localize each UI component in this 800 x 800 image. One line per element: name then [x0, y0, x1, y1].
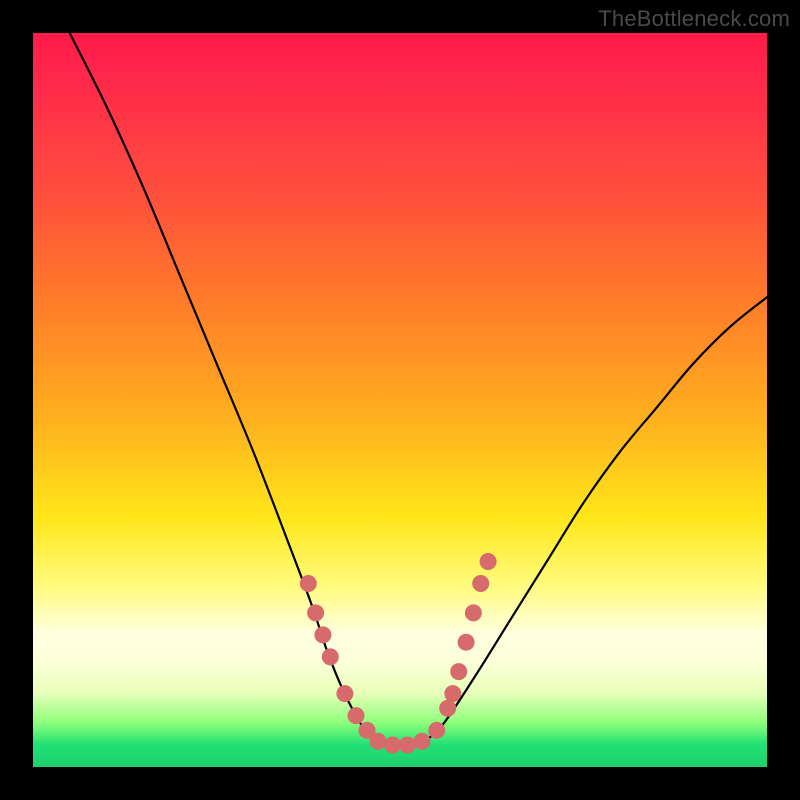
- curve-marker: [480, 553, 497, 570]
- curve-marker: [384, 737, 401, 754]
- curve-marker: [370, 733, 387, 750]
- curve-layer: [33, 33, 767, 767]
- curve-marker: [472, 575, 489, 592]
- plot-area: [33, 33, 767, 767]
- curve-marker: [414, 733, 431, 750]
- chart-frame: TheBottleneck.com: [0, 0, 800, 800]
- watermark-text: TheBottleneck.com: [598, 6, 790, 32]
- curve-marker: [439, 700, 456, 717]
- curve-marker: [322, 648, 339, 665]
- curve-marker: [465, 604, 482, 621]
- bottleneck-curve: [70, 33, 767, 746]
- marker-group: [300, 553, 497, 754]
- curve-marker: [399, 737, 416, 754]
- curve-marker: [307, 604, 324, 621]
- curve-marker: [336, 685, 353, 702]
- curve-marker: [300, 575, 317, 592]
- curve-marker: [444, 685, 461, 702]
- curve-marker: [348, 707, 365, 724]
- curve-marker: [314, 626, 331, 643]
- curve-marker: [450, 663, 467, 680]
- curve-marker: [458, 634, 475, 651]
- curve-marker: [428, 722, 445, 739]
